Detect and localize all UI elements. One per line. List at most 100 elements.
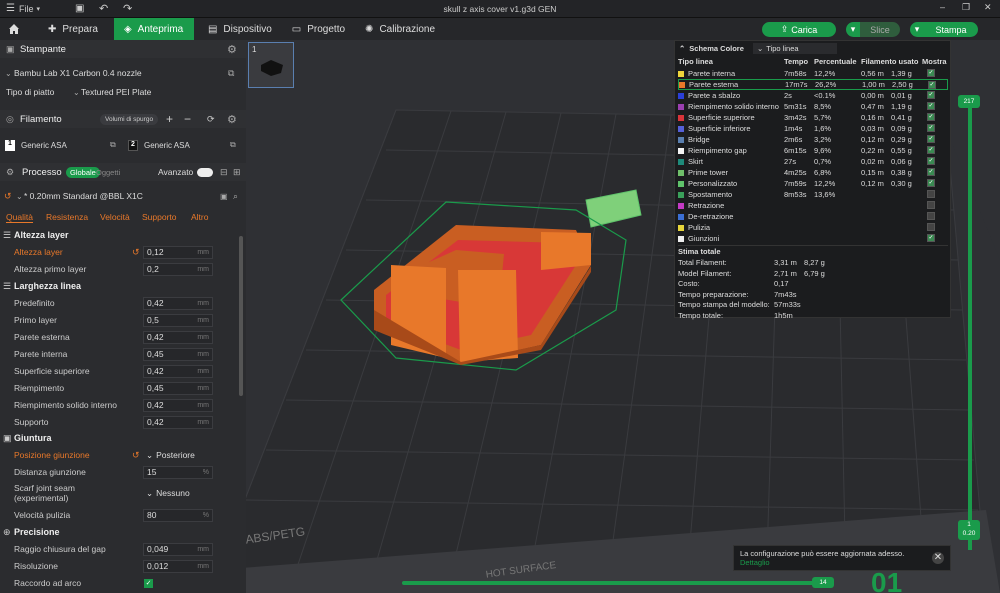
show-checkbox[interactable]: ✓: [927, 135, 935, 143]
show-checkbox[interactable]: ✓: [927, 146, 935, 154]
tab-anteprima[interactable]: ◈ Anteprima: [113, 18, 194, 40]
input-value: 80: [147, 510, 157, 520]
first-layer-height-input[interactable]: 0,2 mm: [143, 262, 213, 276]
plus-icon[interactable]: +: [166, 112, 173, 126]
layer-height-input[interactable]: 0,12 mm: [143, 245, 213, 259]
tab-velocita[interactable]: Velocità: [100, 212, 130, 222]
estimate-label: Tempo preparazione:: [678, 289, 749, 299]
reset-icon[interactable]: ↺: [132, 450, 140, 461]
show-checkbox[interactable]: ✓: [928, 81, 936, 89]
layer-slider-top-handle[interactable]: 217: [958, 95, 980, 108]
gear-icon[interactable]: ⚙: [227, 43, 237, 56]
show-checkbox[interactable]: [927, 212, 935, 220]
reset-icon[interactable]: ↺: [4, 191, 12, 202]
line-width-input[interactable]: 0,42 mm: [143, 364, 213, 378]
close-icon[interactable]: ✕: [984, 2, 992, 13]
tab-prepara[interactable]: ✚ Prepara: [38, 18, 108, 40]
show-checkbox[interactable]: ✓: [927, 113, 935, 121]
color-swatch: [678, 147, 684, 154]
line-width-input[interactable]: 0,42 mm: [143, 330, 213, 344]
sync-icon[interactable]: ⟳: [207, 114, 215, 125]
globale-toggle[interactable]: Globale: [66, 166, 100, 178]
slice-dropdown[interactable]: ▾: [846, 22, 860, 37]
show-checkbox[interactable]: ✓: [927, 157, 935, 165]
save-icon[interactable]: ▣: [220, 192, 228, 201]
chevron-down-icon: ⌄: [757, 44, 764, 53]
oggetti-toggle[interactable]: Oggetti: [96, 168, 120, 177]
tab-prepara-label: Prepara: [62, 23, 98, 35]
process-preset-select[interactable]: * 0.20mm Standard @BBL X1C: [24, 191, 143, 201]
show-checkbox[interactable]: ✓: [927, 91, 935, 99]
filament-2-select[interactable]: Generic ASA: [144, 141, 190, 150]
filament-1-select[interactable]: Generic ASA: [21, 141, 67, 150]
show-checkbox[interactable]: ✓: [927, 179, 935, 187]
show-checkbox[interactable]: [927, 223, 935, 231]
line-width-input[interactable]: 0,45 mm: [143, 347, 213, 361]
search-icon[interactable]: ⌕: [233, 191, 238, 202]
show-checkbox[interactable]: [927, 190, 935, 198]
estimate-value: 57m33s: [774, 300, 801, 309]
seam-position-select[interactable]: ⌄ Posteriore: [143, 449, 213, 462]
purge-volumes-button[interactable]: Volumi di spurgo: [100, 113, 159, 125]
layer-slider-bottom-handle[interactable]: 1 0.20: [958, 520, 980, 540]
line-width-input[interactable]: 0,42 mm: [143, 415, 213, 429]
printer-select[interactable]: ⌄ Bambu Lab X1 Carbon 0.4 nozzle ⧉: [0, 66, 246, 80]
gap-closing-input[interactable]: 0,049 mm: [143, 542, 213, 556]
collapse-icon[interactable]: ⌃: [679, 44, 685, 53]
minimize-icon[interactable]: –: [940, 2, 945, 12]
edit-icon[interactable]: ⧉: [110, 140, 116, 150]
maximize-icon[interactable]: ❐: [962, 2, 970, 13]
legend-name: De-retrazione: [688, 212, 734, 221]
move-slider[interactable]: [402, 581, 816, 585]
grid-icon[interactable]: ⊞: [233, 167, 241, 178]
tab-dispositivo[interactable]: ▤ Dispositivo: [198, 18, 282, 40]
color-swatch: [678, 103, 684, 110]
compare-icon[interactable]: ⊟: [220, 167, 228, 178]
edit-icon[interactable]: ⧉: [230, 140, 236, 150]
arc-fitting-checkbox[interactable]: ✓: [144, 578, 153, 588]
tab-qualita[interactable]: Qualità: [6, 212, 33, 223]
file-menu[interactable]: ☰ File ▾: [6, 3, 40, 14]
notification-link[interactable]: Dettaglio: [740, 558, 944, 567]
save-icon[interactable]: ▣: [75, 3, 84, 14]
scarf-seam-select[interactable]: ⌄ Nessuno: [143, 487, 213, 500]
redo-icon[interactable]: ↷: [123, 2, 132, 15]
tab-altro[interactable]: Altro: [191, 212, 208, 222]
advanced-switch[interactable]: [197, 167, 213, 177]
estimate-row: Tempo stampa del modello: 57m33s: [678, 299, 948, 310]
show-checkbox[interactable]: ✓: [927, 168, 935, 176]
reset-icon[interactable]: ↺: [132, 247, 140, 258]
plate-select[interactable]: Textured PEI Plate: [81, 87, 151, 97]
tab-calibrazione[interactable]: ✺ Calibrazione: [355, 18, 445, 40]
show-checkbox[interactable]: ✓: [927, 102, 935, 110]
setting-label: Parete interna: [14, 349, 68, 359]
view-type-select[interactable]: ⌄ Tipo linea: [753, 43, 837, 54]
show-checkbox[interactable]: ✓: [927, 234, 935, 242]
line-width-input[interactable]: 0,42 mm: [143, 296, 213, 310]
edit-icon[interactable]: ⧉: [228, 68, 234, 79]
show-checkbox[interactable]: ✓: [927, 124, 935, 132]
carica-button[interactable]: ⇪ Carica: [762, 22, 836, 37]
seam-distance-input[interactable]: 15%: [143, 465, 213, 479]
tab-supporto[interactable]: Supporto: [142, 212, 177, 222]
move-slider-handle[interactable]: 14: [812, 577, 834, 588]
line-width-input[interactable]: 0,42 mm: [143, 398, 213, 412]
resolution-input[interactable]: 0,012 mm: [143, 559, 213, 573]
undo-icon[interactable]: ↶: [99, 2, 108, 15]
show-checkbox[interactable]: ✓: [927, 69, 935, 77]
line-width-input[interactable]: 0,5 mm: [143, 313, 213, 327]
close-icon[interactable]: ✕: [932, 552, 944, 564]
minus-icon[interactable]: −: [184, 112, 191, 126]
stampa-button[interactable]: Stampa: [924, 22, 978, 37]
tab-resistenza[interactable]: Resistenza: [46, 212, 88, 222]
tab-progetto[interactable]: ▭ Progetto: [282, 18, 355, 40]
line-width-input[interactable]: 0,45 mm: [143, 381, 213, 395]
layer-slider[interactable]: [968, 100, 972, 550]
slice-button[interactable]: Slice: [860, 22, 900, 37]
gear-icon[interactable]: ⚙: [227, 113, 237, 126]
show-checkbox[interactable]: [927, 201, 935, 209]
home-button[interactable]: [0, 18, 28, 40]
wipe-speed-input[interactable]: 80%: [143, 508, 213, 522]
plate-thumbnail[interactable]: 1: [248, 42, 294, 88]
stampa-dropdown[interactable]: ▾: [910, 22, 924, 37]
